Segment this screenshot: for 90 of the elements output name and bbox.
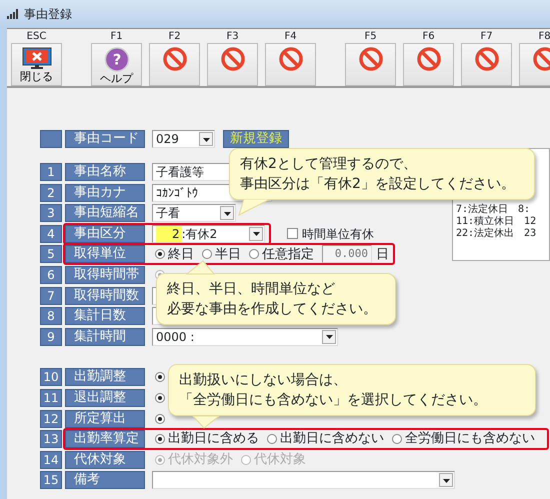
field-label: 事由名称 [65, 163, 145, 181]
field-label: 取得時間帯 [65, 266, 145, 284]
combo-box[interactable]: 子看 [152, 204, 236, 222]
row-number: 15 [40, 471, 62, 490]
radio-button[interactable] [155, 372, 165, 382]
combo-value: 子看 [156, 205, 180, 222]
function-key-button[interactable]: ? ヘルプ [91, 43, 142, 86]
row-number: 5 [40, 245, 62, 264]
function-key-button[interactable] [345, 43, 396, 86]
radio-option[interactable]: 任意指定 [249, 244, 314, 264]
list-line: 22:法定休出 23 [456, 228, 538, 240]
combo-value: :有休2 [182, 226, 218, 242]
row-number: 12 [40, 410, 62, 428]
field-label: 代休対象 [65, 450, 145, 469]
row-number: 8 [40, 307, 62, 326]
callout-text: 必要な事由を作成してください。 [167, 300, 378, 319]
field-label: 備考 [65, 471, 145, 490]
prohibited-icon [358, 47, 382, 71]
dropdown-arrow-icon [324, 332, 334, 342]
radio-button[interactable] [155, 392, 165, 403]
row-number-blank [40, 130, 62, 148]
field-label: 集計時間 [65, 328, 145, 346]
radio-option[interactable]: 出勤日に含めない [267, 429, 384, 449]
field-label: 退出調整 [65, 388, 145, 407]
radio-button[interactable] [155, 414, 165, 424]
key-label: ESC [26, 31, 46, 43]
function-key-button[interactable] [461, 43, 512, 86]
combo-value: 0000 : [156, 328, 194, 345]
callout-text: 出勤扱いにしない場合は、 [179, 371, 348, 390]
combo-box[interactable]: 0000 : [152, 328, 338, 346]
radio-option[interactable]: 終日 [155, 244, 194, 264]
row-number: 13 [40, 430, 62, 448]
radio-option[interactable]: 出勤日に含める [155, 429, 259, 449]
row-number: 7 [40, 286, 62, 305]
combo-box[interactable]: 2 :有休2 [152, 224, 265, 243]
checkbox-option[interactable]: 時間単位有休 [287, 224, 374, 243]
row-number: 4 [40, 224, 62, 243]
prohibited-icon [220, 47, 244, 71]
dropdown-arrow-icon [252, 229, 260, 238]
callout-text: 「全労働日にも含めない」を選択してください。 [179, 391, 488, 410]
function-key-button[interactable] [207, 43, 258, 86]
row-number: 3 [40, 204, 62, 222]
prohibited-icon [278, 47, 302, 71]
code-value: 2 [156, 226, 182, 242]
field-label: 事由短縮名 [65, 204, 145, 222]
row-number: 10 [40, 368, 62, 386]
unit-label: 日 [376, 246, 389, 264]
combo-value: 029 [156, 131, 179, 147]
row-number: 9 [40, 328, 62, 346]
function-key-button[interactable]: 閉じる [11, 43, 62, 86]
row-number: 11 [40, 388, 62, 407]
monitor-close-icon [22, 47, 52, 70]
field-label: 出勤率算定 [65, 430, 145, 448]
prohibited-icon [474, 47, 498, 71]
callout-text: 終日、半日、時間単位など [167, 280, 336, 299]
row-number: 2 [40, 184, 62, 202]
key-label: F1 [110, 31, 123, 43]
key-label: F8 [538, 31, 550, 43]
prohibited-icon [532, 47, 550, 71]
prohibited-icon [162, 47, 186, 71]
app-icon [6, 8, 20, 20]
prohibited-icon [416, 47, 440, 71]
function-key-button[interactable] [265, 43, 316, 86]
window-title: 事由登録 [24, 6, 72, 23]
key-label: F3 [226, 31, 239, 43]
row-number: 1 [40, 163, 62, 181]
radio-option[interactable]: 全労働日にも含めない [392, 429, 535, 449]
function-key-button[interactable] [149, 43, 200, 86]
radio-option[interactable]: 半日 [202, 244, 241, 264]
key-label: F4 [284, 31, 297, 43]
field-label: 事由区分 [65, 224, 145, 243]
key-label: F7 [480, 31, 493, 43]
field-label: 事由カナ [65, 184, 145, 202]
help-icon: ? [104, 47, 130, 72]
key-label: F6 [422, 31, 435, 43]
combo-box[interactable] [152, 471, 455, 490]
field-label: 集計日数 [65, 307, 145, 326]
list-line: 7:法定休日 8: [456, 204, 532, 216]
combo-box[interactable]: 029 [152, 130, 215, 148]
list-line: 11:積立休日 12 [456, 216, 538, 228]
key-label: F2 [168, 31, 181, 43]
field-label: 取得時間数 [65, 286, 145, 305]
row-number: 14 [40, 450, 62, 469]
field-label: 出勤調整 [65, 368, 145, 386]
key-label: F5 [364, 31, 377, 43]
row-number: 6 [40, 266, 62, 284]
field-label: 所定算出 [65, 410, 145, 428]
field-label: 事由コード [65, 130, 145, 148]
field-label: 取得単位 [65, 245, 145, 264]
function-key-button[interactable] [403, 43, 454, 86]
